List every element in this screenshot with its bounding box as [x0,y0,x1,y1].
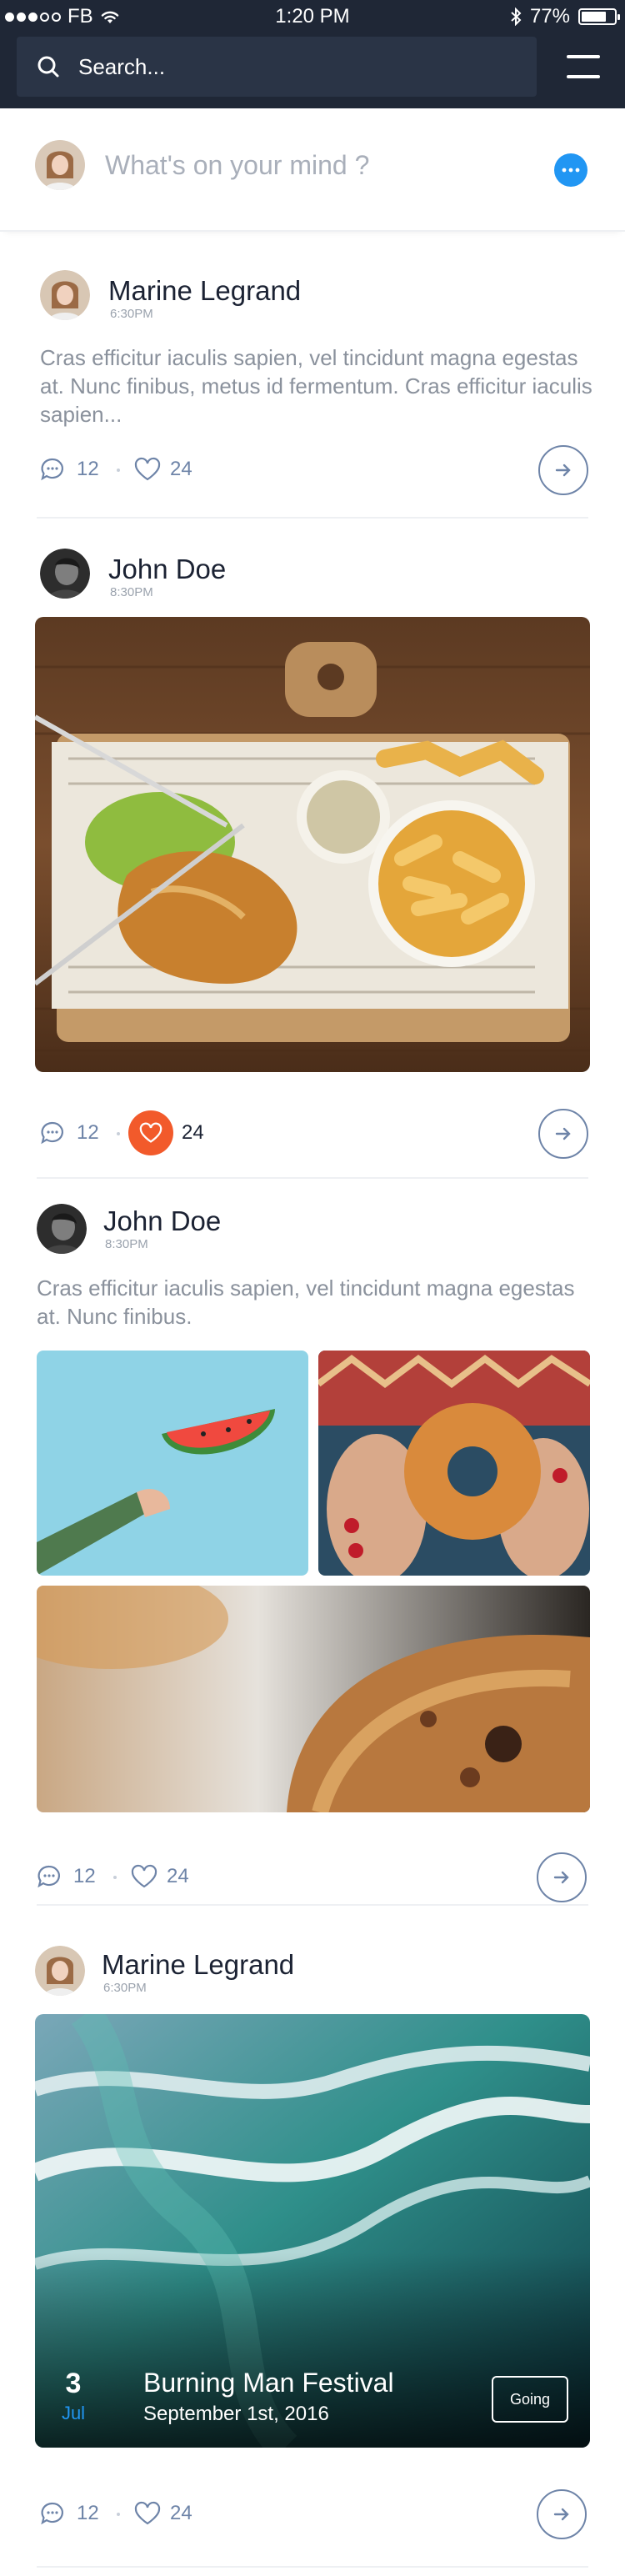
open-post-button[interactable] [538,445,588,495]
open-post-button[interactable] [538,1109,588,1159]
status-bar: FB 1:20 PM 77% [0,0,625,37]
post-card: John Doe 8:30PM Cras efficitur iaculis s… [0,1189,625,1914]
menu-icon[interactable] [563,53,600,80]
separator-dot [113,1876,117,1879]
post-divider [37,1177,588,1179]
post-time: 6:30PM [110,307,153,321]
comment-count: 12 [77,1121,99,1144]
comment-button[interactable]: 12 [40,457,99,482]
author-avatar[interactable] [40,549,90,599]
post-card: Marine Legrand 6:30PM 3 Jul Burning Man … [0,1926,625,2576]
arrow-right-icon [555,464,571,477]
like-count: 24 [170,2502,192,2524]
like-button[interactable]: 24 [128,1110,204,1155]
event-day: 3 [65,2368,82,2399]
comment-icon [41,2502,63,2525]
event-title: Burning Man Festival [143,2368,394,2398]
author-name[interactable]: John Doe [108,554,226,585]
comment-icon [41,458,63,481]
post-text: Cras efficitur iaculis sapien, vel tinci… [37,1275,575,1329]
search-bar[interactable]: Search... [17,37,537,97]
post-divider [37,1904,588,1906]
fish-and-chips-photo[interactable] [35,617,590,1072]
author-name[interactable]: John Doe [103,1205,221,1237]
battery-percent: 77% [529,5,570,28]
author-avatar[interactable] [35,1946,85,1996]
liked-badge [128,1110,173,1155]
heart-icon [139,1122,162,1143]
like-count: 24 [170,458,192,480]
open-post-button[interactable] [537,1852,587,1902]
heart-icon [134,2501,161,2525]
post-time: 8:30PM [105,1237,148,1251]
open-post-button[interactable] [537,2489,587,2539]
composer-input[interactable]: What's on your mind ? [105,150,369,181]
post-card: Marine Legrand 6:30PM Cras efficitur iac… [0,250,625,525]
arrow-right-icon [553,1871,569,1884]
author-avatar[interactable] [40,270,90,320]
donut-photo[interactable] [318,1351,590,1576]
event-date: September 1st, 2016 [143,2403,329,2425]
search-input[interactable]: Search... [78,54,165,80]
arrow-right-icon [553,2508,569,2521]
post-card: John Doe 8:30PM 12 24 [0,534,625,1184]
arrow-right-icon [555,1127,571,1140]
heart-icon [131,1864,158,1888]
comment-button[interactable]: 12 [37,1864,96,1889]
like-count: 24 [167,1865,189,1887]
post-divider [37,2566,588,2568]
like-button[interactable]: 24 [133,457,192,482]
more-options-icon[interactable] [554,153,588,187]
comment-button[interactable]: 12 [40,2501,99,2526]
user-avatar [35,140,85,190]
comment-icon [38,1865,60,1888]
like-count: 24 [182,1121,204,1144]
event-month: Jul [61,2403,86,2423]
post-divider [37,517,588,519]
author-name[interactable]: Marine Legrand [108,275,301,307]
watermelon-photo[interactable] [37,1351,308,1576]
comment-count: 12 [77,458,99,480]
post-text: Cras efficitur iaculis sapien, vel tinci… [40,345,592,427]
post-time: 8:30PM [110,585,153,599]
separator-dot [117,2513,120,2516]
separator-dot [117,1132,120,1135]
search-icon [38,56,59,78]
battery-icon [578,8,620,25]
like-button[interactable]: 24 [133,2501,192,2526]
bluetooth-icon [511,8,522,26]
comment-count: 12 [77,2502,99,2524]
author-name[interactable]: Marine Legrand [102,1949,294,1981]
top-bar: FB 1:20 PM 77% Search... [0,0,625,108]
going-button[interactable]: Going [492,2376,568,2423]
post-time: 6:30PM [103,1981,147,1995]
pastry-photo[interactable] [37,1586,590,1812]
event-card[interactable]: 3 Jul Burning Man Festival September 1st… [35,2014,590,2448]
comment-button[interactable]: 12 [40,1120,99,1145]
author-avatar[interactable] [37,1204,87,1254]
like-button[interactable]: 24 [130,1864,189,1889]
heart-icon [134,457,161,481]
comment-icon [41,1121,63,1145]
post-composer[interactable]: What's on your mind ? [0,108,625,232]
separator-dot [117,469,120,472]
comment-count: 12 [73,1865,96,1887]
